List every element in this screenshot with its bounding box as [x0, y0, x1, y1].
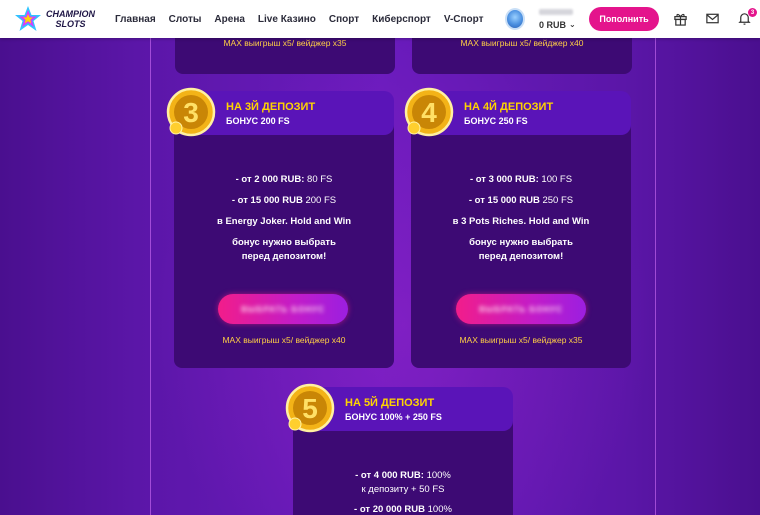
bonus-card-3-line2: - от 15 000 RUB 200 FS [231, 195, 337, 206]
logo[interactable]: CHAMPION SLOTS [13, 4, 105, 34]
main-nav: Главная Слоты Арена Live Казино Спорт Ки… [115, 14, 497, 25]
svg-text:5: 5 [302, 393, 318, 424]
bonus-card-3-game: в Energy Joker. Hold and Win [216, 216, 352, 227]
svg-text:4: 4 [421, 97, 437, 128]
gold-number-5-icon: 5 [285, 383, 335, 433]
user-level-badge-icon [505, 8, 525, 30]
bonus-card-3-line1: - от 2 000 RUB: 80 FS [235, 174, 333, 185]
mail-icon[interactable] [705, 11, 720, 26]
nav-v-sport[interactable]: V-Спорт [444, 14, 484, 25]
bonus-card-4-game: в 3 Pots Riches. Hold and Win [452, 216, 590, 227]
bonus-card-5-subtitle: БОНУС 100% + 250 FS [345, 412, 442, 422]
bonus-card-4-wager: MAX выигрыш x5/ вейджер x35 [459, 335, 583, 345]
nav-home[interactable]: Главная [115, 14, 156, 25]
gold-number-3-icon: 3 [166, 87, 216, 137]
nav-slots[interactable]: Слоты [169, 14, 202, 25]
bonus-card-4-title: НА 4Й ДЕПОЗИТ [464, 101, 554, 113]
user-account[interactable]: 0 RUB ⌄ [505, 8, 576, 30]
svg-text:3: 3 [183, 97, 199, 128]
chevron-down-icon: ⌄ [569, 20, 576, 29]
gold-number-4-icon: 4 [404, 87, 454, 137]
bonus-card-5-line2: - от 20 000 RUB 100% [354, 504, 452, 515]
balance-display[interactable]: 0 RUB ⌄ [539, 20, 576, 30]
user-info: 0 RUB ⌄ [539, 8, 576, 30]
notification-count-badge: 3 [748, 8, 757, 17]
bonus-card-3-title: НА 3Й ДЕПОЗИТ [226, 101, 316, 113]
bonus-card-3-note2: перед депозитом! [241, 251, 327, 262]
gift-icon[interactable] [673, 11, 688, 26]
bonus-card-5-line1b: к депозиту + 50 FS [361, 484, 445, 495]
bonus-card-4-note2: перед депозитом! [478, 251, 564, 262]
nav-live-casino[interactable]: Live Казино [258, 14, 316, 25]
bonus-card-5-title: НА 5Й ДЕПОЗИТ [345, 397, 435, 409]
bonus-card-3-wager: MAX выигрыш x5/ вейджер x40 [222, 335, 346, 345]
bonus-card-4-line1: - от 3 000 RUB: 100 FS [469, 174, 573, 185]
top-header: CHAMPION SLOTS Главная Слоты Арена Live … [0, 0, 760, 38]
bonus-card-4-line2: - от 15 000 RUB 250 FS [468, 195, 574, 206]
logo-line-1: CHAMPION [46, 9, 95, 19]
nav-esports[interactable]: Киберспорт [372, 14, 431, 25]
nav-sport[interactable]: Спорт [329, 14, 359, 25]
bonus-card-4-note1: бонус нужно выбрать [469, 237, 573, 248]
bonus-card-3-subtitle: БОНУС 200 FS [226, 116, 290, 126]
bonus-card-prev-wager: MAX выигрыш x5/ вейджер x40 [460, 38, 584, 48]
user-name-blurred [539, 8, 573, 15]
logo-text: CHAMPION SLOTS [46, 9, 95, 29]
star-logo-icon [15, 6, 41, 31]
bonus-card-3-get-button[interactable]: ВЫБРАТЬ БОНУС [218, 294, 348, 324]
deposit-button[interactable]: Пополнить [589, 7, 659, 31]
bonus-card-3-note1: бонус нужно выбрать [232, 237, 336, 248]
bonus-card-2-wager: MAX выигрыш x5/ вейджер x35 [223, 38, 347, 48]
balance-value: 0 RUB [539, 19, 567, 30]
logo-line-2: SLOTS [55, 19, 86, 29]
nav-arena[interactable]: Арена [214, 14, 245, 25]
bonus-card-4-subtitle: БОНУС 250 FS [464, 116, 528, 126]
bonus-card-5-line1: - от 4 000 RUB: 100% [355, 470, 451, 481]
bonus-card-4-get-button[interactable]: ВЫБРАТЬ БОНУС [456, 294, 586, 324]
